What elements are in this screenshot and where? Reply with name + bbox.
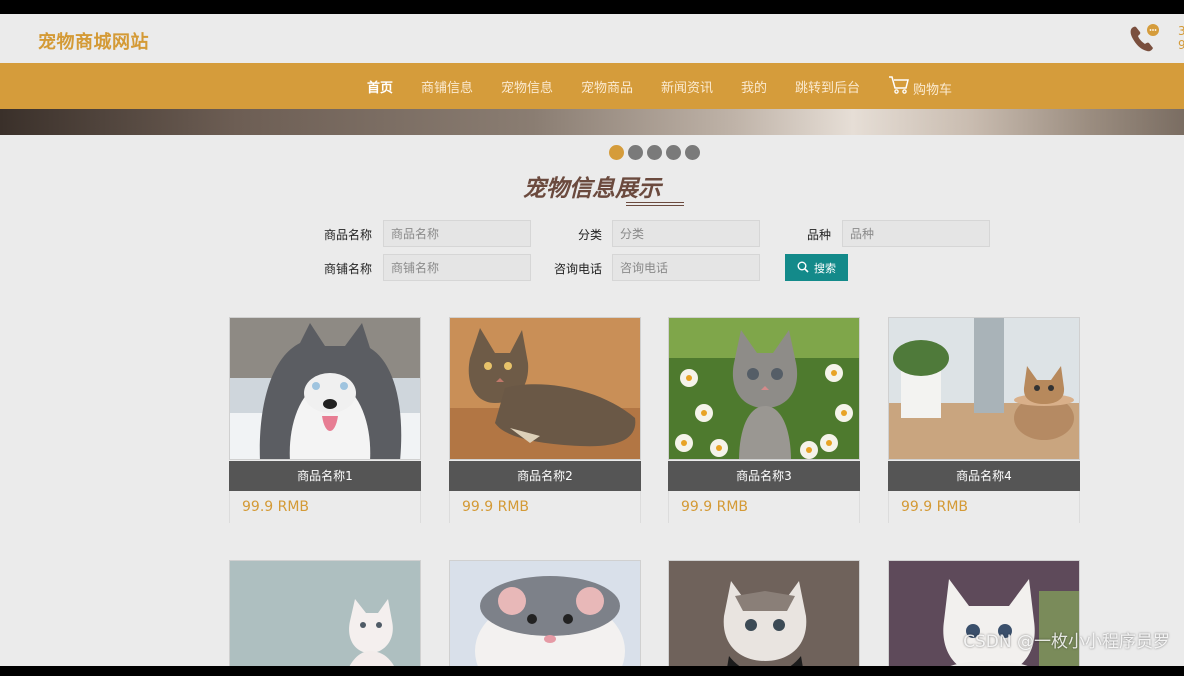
shop-name-input[interactable] (383, 254, 531, 281)
product-price: 99.9 RMB (242, 499, 310, 515)
product-image-husky[interactable] (229, 317, 421, 460)
product-card[interactable]: 商品名称2 99.9 RMB (449, 317, 641, 523)
product-card[interactable]: 商品名称1 99.9 RMB (229, 317, 421, 523)
product-image-tabby-cat[interactable] (449, 317, 641, 460)
breed-input[interactable] (842, 220, 990, 247)
site-header: 宠物商城网站 3 9 (0, 14, 1184, 63)
main-nav: 首页 商铺信息 宠物信息 宠物商品 新闻资讯 我的 跳转到后台 购物车 (0, 63, 1184, 109)
product-name[interactable]: 商品名称2 (449, 461, 641, 491)
product-card[interactable]: 商品名称4 99.9 RMB (888, 317, 1080, 523)
carousel-dot[interactable] (647, 145, 662, 160)
product-image-kitten-flowers[interactable] (668, 317, 860, 460)
search-button-label: 搜索 (814, 262, 836, 275)
carousel-dot[interactable] (666, 145, 681, 160)
search-icon (797, 261, 809, 273)
phone-input[interactable] (612, 254, 760, 281)
carousel-dot[interactable] (609, 145, 624, 160)
search-button[interactable]: 搜索 (785, 254, 848, 281)
product-name[interactable]: 商品名称3 (668, 461, 860, 491)
product-card[interactable] (449, 560, 641, 666)
product-name-label: 商品名称 (323, 228, 372, 242)
watermark: CSDN @一枚小小程序员罗 (963, 632, 1170, 652)
page: 宠物商城网站 3 9 首页 商铺信息 宠物信息 宠物商品 新闻资讯 我的 跳转到… (0, 14, 1184, 666)
nav-pet-info[interactable]: 宠物信息 (501, 77, 553, 96)
cart-icon[interactable] (888, 75, 910, 95)
product-name[interactable]: 商品名称1 (229, 461, 421, 491)
product-image-kitten-bowl[interactable] (888, 317, 1080, 460)
nav-admin[interactable]: 跳转到后台 (795, 77, 860, 96)
carousel-dot[interactable] (685, 145, 700, 160)
category-label: 分类 (577, 228, 602, 242)
product-image-white-cat[interactable] (229, 560, 421, 666)
product-price: 99.9 RMB (462, 499, 530, 515)
phone-label: 咨询电话 (553, 262, 602, 276)
nav-home[interactable]: 首页 (367, 77, 393, 96)
section-title: 宠物信息展示 (523, 176, 661, 202)
nav-mine[interactable]: 我的 (741, 77, 767, 96)
product-price: 99.9 RMB (901, 499, 969, 515)
category-input[interactable] (612, 220, 760, 247)
product-card[interactable] (668, 560, 860, 666)
phone-icon (1130, 24, 1159, 52)
product-card[interactable]: 商品名称3 99.9 RMB (668, 317, 860, 523)
product-image-rat[interactable] (449, 560, 641, 666)
title-underline (626, 202, 684, 206)
nav-pet-products[interactable]: 宠物商品 (581, 77, 633, 96)
shop-name-label: 商铺名称 (323, 262, 372, 276)
product-name[interactable]: 商品名称4 (888, 461, 1080, 491)
nav-cart[interactable]: 购物车 (913, 79, 952, 98)
breed-label: 品种 (806, 228, 831, 242)
product-name-input[interactable] (383, 220, 531, 247)
banner-image[interactable] (0, 109, 1184, 135)
phone-number: 3 9 (1178, 24, 1184, 52)
product-image-cat-bandana[interactable] (668, 560, 860, 666)
product-card[interactable] (229, 560, 421, 666)
nav-shop-info[interactable]: 商铺信息 (421, 77, 473, 96)
site-logo[interactable]: 宠物商城网站 (38, 28, 149, 54)
carousel-dot[interactable] (628, 145, 643, 160)
nav-news[interactable]: 新闻资讯 (661, 77, 713, 96)
product-price: 99.9 RMB (681, 499, 749, 515)
